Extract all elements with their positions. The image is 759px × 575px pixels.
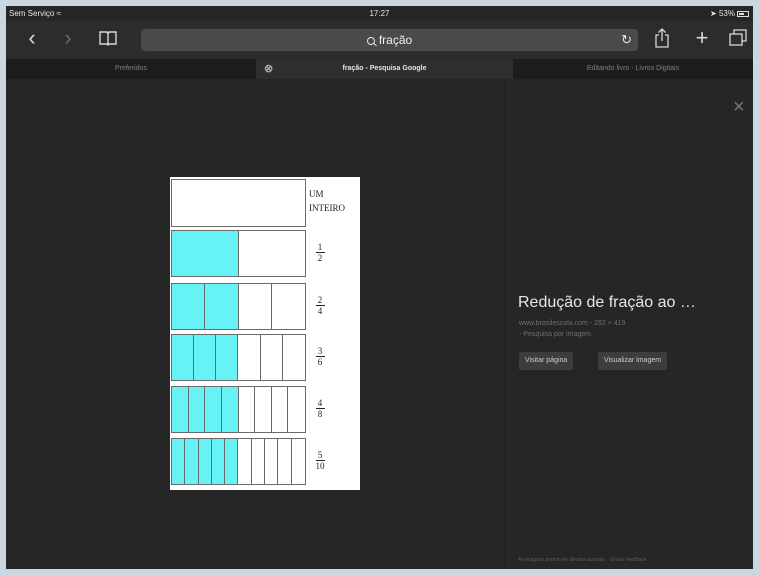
denominator: 2: [317, 253, 323, 263]
tab-favorites[interactable]: Preferidos: [6, 59, 256, 79]
bookmarks-icon[interactable]: [96, 26, 120, 50]
share-icon[interactable]: [650, 26, 674, 50]
numerator: 5: [317, 450, 323, 460]
filled-part: [172, 439, 186, 484]
ipad-screen: Sem Serviço ≈ 17:27 ➤ 53% ‹ › fração ↻ +: [6, 6, 753, 569]
empty-part: [261, 335, 283, 380]
visit-page-button[interactable]: Visitar página: [519, 352, 574, 370]
fraction-label: 36: [310, 346, 330, 367]
filled-part: [172, 387, 189, 432]
result-meta: www.brasilescola.com - 252 × 419 - Pesqu…: [519, 318, 625, 340]
battery-percent: 53%: [718, 9, 735, 18]
filled-part: [172, 231, 239, 276]
location-icon: ➤: [710, 9, 717, 18]
fraction-row-3-6: [171, 334, 306, 381]
fraction-row-2-4: [171, 283, 306, 330]
denominator: 4: [317, 306, 323, 316]
filled-part: [172, 284, 206, 329]
empty-part: [239, 335, 261, 380]
fraction-image[interactable]: UM INTEIRO 1 2 2 4 3 6 4 8 5 10: [170, 177, 360, 490]
tab-editando[interactable]: Editando livro - Livros Digitais: [513, 59, 753, 79]
empty-part: [288, 387, 305, 432]
fraction-label: 12: [310, 242, 330, 263]
empty-part: [292, 439, 305, 484]
tab-active-label: fração - Pesquisa Google: [342, 65, 427, 72]
empty-part: [283, 335, 305, 380]
search-icon: [366, 37, 375, 45]
unit-label-line1: UM: [309, 189, 324, 199]
numerator: 1: [317, 242, 323, 252]
filled-part: [198, 439, 212, 484]
result-source: www.brasilescola.com - 252 × 419: [519, 320, 626, 327]
tab-active[interactable]: ⊗ fração - Pesquisa Google: [256, 59, 513, 79]
forward-icon[interactable]: ›: [56, 26, 80, 50]
empty-part: [272, 284, 305, 329]
address-bar[interactable]: fração ↻: [141, 29, 638, 51]
fraction-label: 5 10: [310, 450, 330, 471]
denominator: 6: [317, 357, 323, 367]
empty-part: [265, 439, 279, 484]
filled-part: [185, 439, 199, 484]
empty-part: [239, 387, 256, 432]
close-tab-icon[interactable]: ⊗: [264, 59, 273, 79]
numerator: 4: [317, 398, 323, 408]
empty-part: [272, 387, 289, 432]
filled-part: [216, 335, 239, 380]
whole-bar: [171, 179, 306, 227]
status-bar: Sem Serviço ≈ 17:27 ➤ 53%: [6, 6, 753, 21]
filled-part: [194, 335, 217, 380]
filled-part: [188, 387, 206, 432]
filled-part: [172, 335, 195, 380]
empty-part: [252, 439, 266, 484]
filled-part: [211, 439, 226, 484]
reload-icon[interactable]: ↻: [621, 29, 632, 51]
new-tab-icon[interactable]: +: [690, 26, 714, 50]
fraction-row-4-8: [171, 386, 306, 433]
filled-part: [221, 387, 239, 432]
tabs-icon[interactable]: [726, 26, 750, 50]
back-icon[interactable]: ‹: [20, 26, 44, 50]
empty-part: [255, 387, 272, 432]
panel-divider: [504, 79, 505, 569]
denominator: 8: [317, 409, 323, 419]
unit-label: UM INTEIRO: [309, 187, 361, 215]
filled-part: [205, 387, 222, 432]
result-title[interactable]: Redução de fração ao …: [518, 294, 696, 312]
fraction-label: 48: [310, 398, 330, 419]
copyright-footnote: As imagens podem ter direitos autorais. …: [518, 557, 647, 563]
browser-toolbar: ‹ › fração ↻ +: [6, 21, 753, 59]
battery-icon: [737, 11, 749, 17]
clock: 17:27: [369, 9, 390, 18]
close-icon[interactable]: ×: [733, 97, 745, 117]
view-image-button[interactable]: Visualizar imagem: [598, 352, 668, 370]
fraction-label: 24: [310, 295, 330, 316]
empty-part: [239, 284, 272, 329]
image-viewer: × UM INTEIRO 1 2 2 4 3 6 4 8 5 10 Redução de fraç…: [6, 79, 753, 569]
fraction-row-5-10: [171, 438, 306, 485]
numerator: 2: [317, 295, 323, 305]
empty-part: [239, 439, 252, 484]
empty-part: [239, 231, 306, 276]
search-by-image-link[interactable]: - Pesquisa por imagem: [519, 329, 625, 340]
denominator: 10: [315, 461, 325, 471]
filled-part: [225, 439, 239, 484]
tab-bar: Preferidos ⊗ fração - Pesquisa Google Ed…: [6, 59, 753, 79]
filled-part: [205, 284, 239, 329]
numerator: 3: [317, 346, 323, 356]
battery-indicator: ➤ 53%: [710, 9, 749, 18]
unit-label-line2: INTEIRO: [309, 203, 345, 213]
fraction-row-1-2: [171, 230, 306, 277]
address-text: fração: [378, 33, 413, 47]
empty-part: [278, 439, 292, 484]
